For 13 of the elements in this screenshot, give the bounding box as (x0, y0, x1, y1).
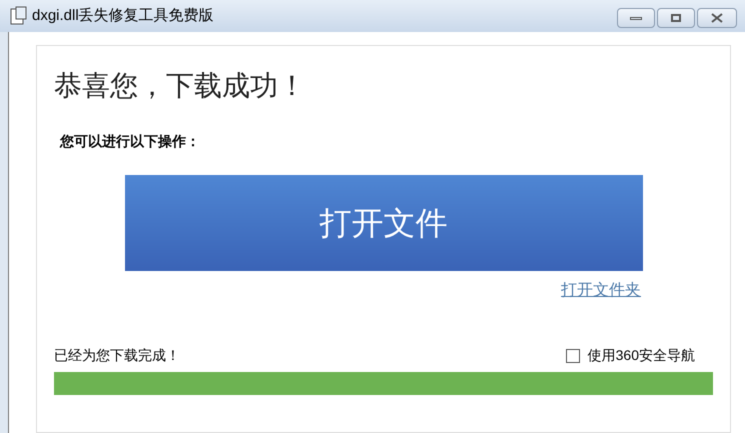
checkbox[interactable] (566, 348, 580, 362)
close-button[interactable] (697, 8, 737, 28)
minimize-button[interactable] (617, 8, 655, 28)
prompt-text: 您可以进行以下操作： (60, 132, 201, 151)
maximize-button[interactable] (657, 8, 695, 28)
success-heading: 恭喜您，下载成功！ (54, 72, 307, 100)
app-icon (8, 6, 28, 26)
checkbox-label[interactable]: 使用360安全导航 (588, 345, 695, 366)
open-folder-link[interactable]: 打开文件夹 (561, 279, 641, 303)
close-icon (711, 13, 723, 23)
window-title: dxgi.dll丢失修复工具免费版 (32, 6, 214, 26)
open-file-button[interactable]: 打开文件 (124, 175, 642, 271)
status-text: 已经为您下载完成！ (54, 346, 180, 365)
